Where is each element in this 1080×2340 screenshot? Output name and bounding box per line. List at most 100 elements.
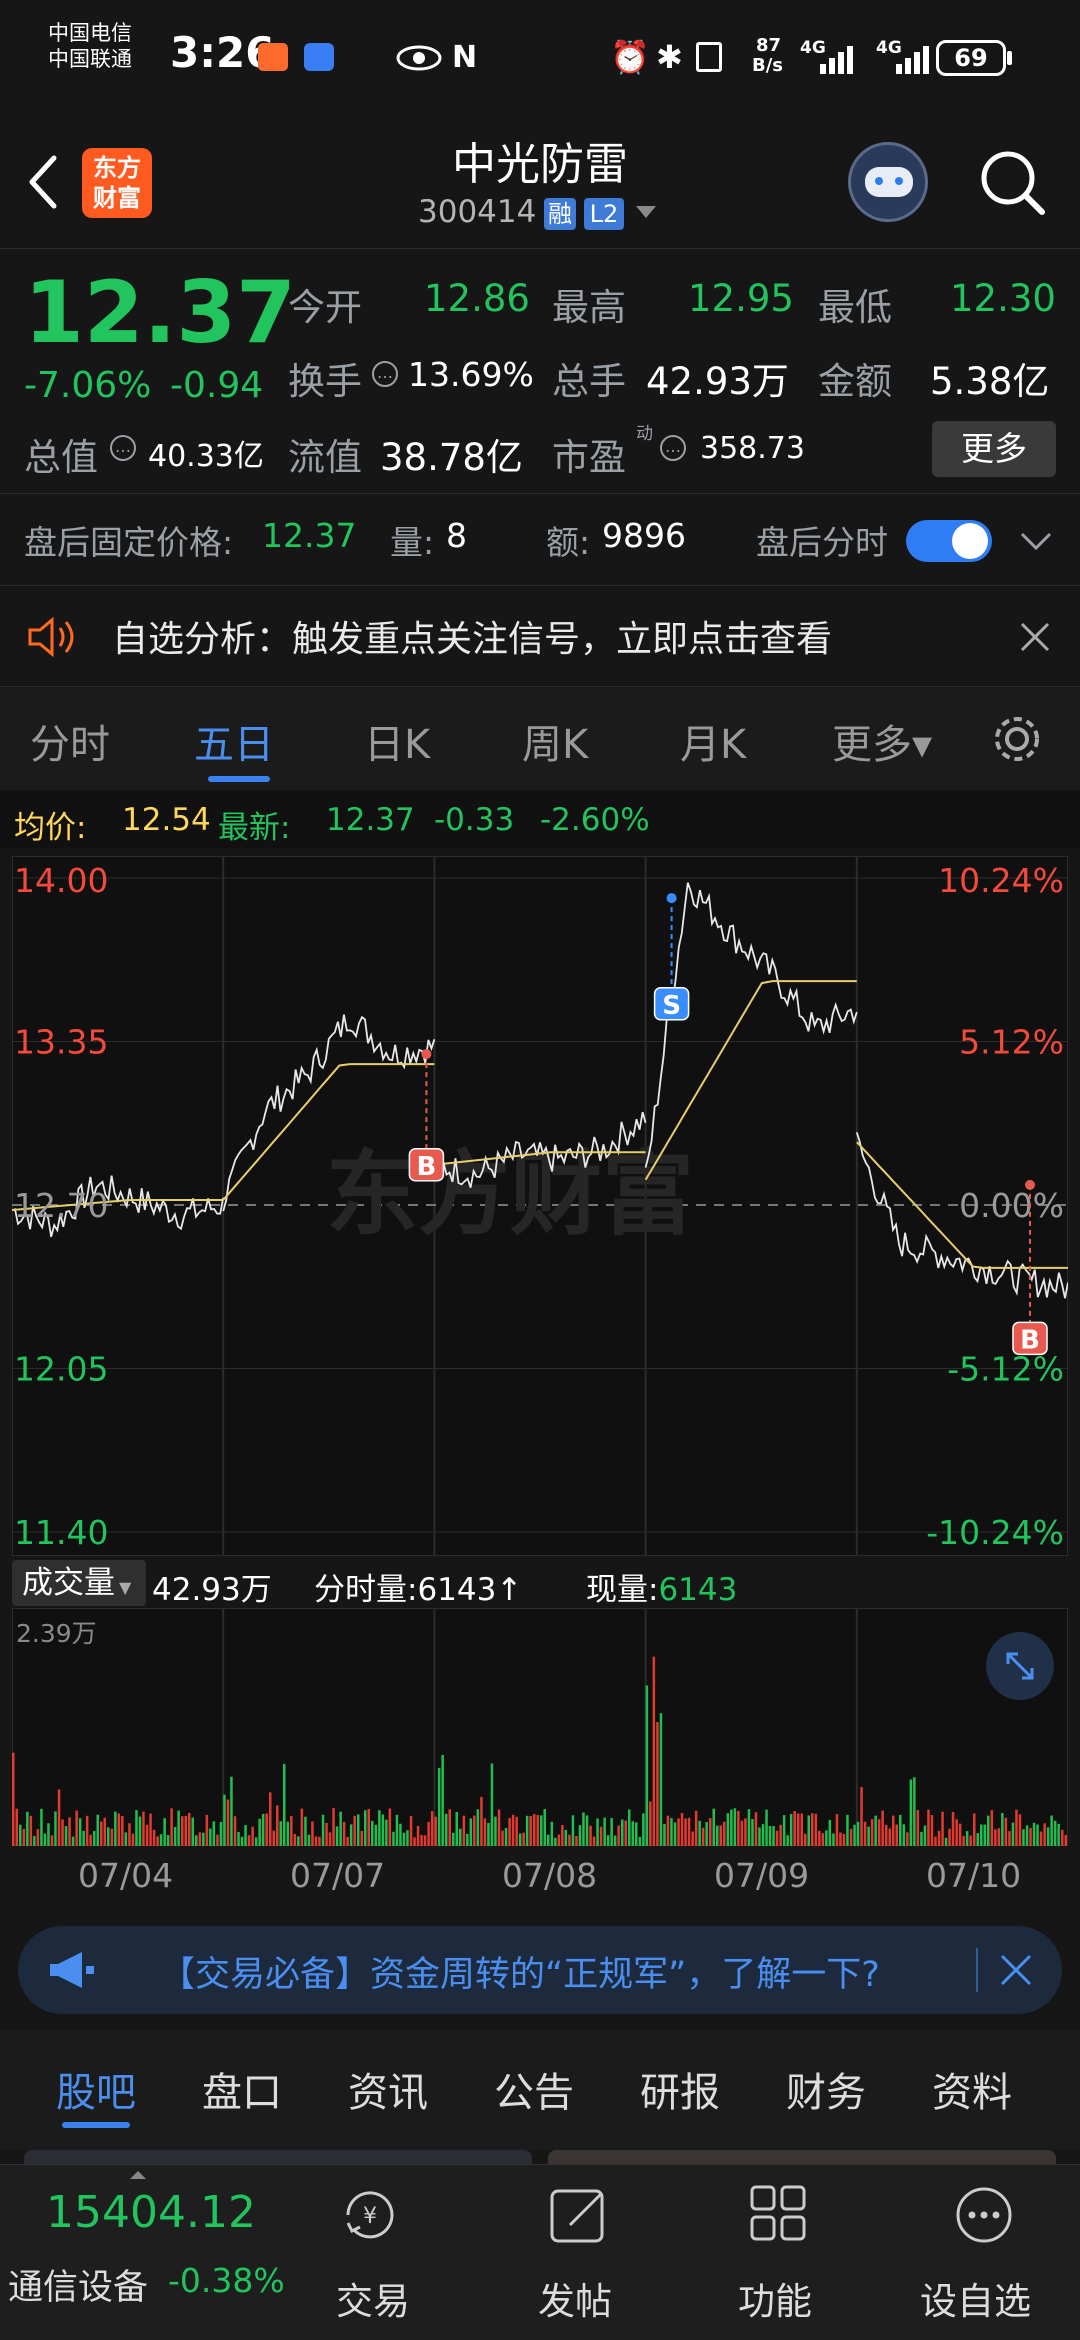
alarm-icon: ⏰ bbox=[610, 38, 650, 76]
volume-bar bbox=[114, 1811, 117, 1846]
volume-bar bbox=[342, 1821, 346, 1846]
nav-trade[interactable]: ¥ 交易 bbox=[330, 2175, 410, 2340]
tab-research[interactable]: 研报 bbox=[640, 2060, 720, 2118]
volume-bar bbox=[392, 1831, 395, 1846]
close-icon[interactable] bbox=[998, 1952, 1034, 1988]
tab-monthly-k[interactable]: 月K bbox=[680, 712, 746, 770]
close-icon[interactable] bbox=[1016, 618, 1054, 656]
volume-chart-svg bbox=[12, 1608, 1068, 1846]
volume-bar bbox=[730, 1809, 733, 1846]
volume-bar bbox=[948, 1828, 951, 1846]
volume-bar bbox=[381, 1814, 385, 1846]
volume-bar bbox=[61, 1819, 64, 1846]
volume-selector[interactable]: 成交量 ▼ bbox=[12, 1560, 146, 1606]
index-value[interactable]: 15404.12 bbox=[46, 2187, 256, 2238]
high-label: 最高 bbox=[552, 286, 626, 329]
volume-bar bbox=[1025, 1825, 1029, 1846]
volume-bar bbox=[1015, 1809, 1018, 1846]
volume-bar bbox=[26, 1811, 29, 1846]
signal-notice[interactable]: 自选分析：触发重点关注信号，立即点击查看 bbox=[0, 585, 1080, 687]
nav-add-watchlist[interactable]: 设自选 bbox=[920, 2175, 1050, 2340]
minute-volume: 分时量:6143↑ bbox=[314, 1564, 522, 1609]
volume-bar bbox=[554, 1837, 557, 1846]
volume-bar bbox=[906, 1832, 909, 1846]
tab-finance[interactable]: 财务 bbox=[786, 2060, 866, 2118]
volume-bar bbox=[462, 1815, 466, 1846]
volume-bar bbox=[420, 1835, 423, 1846]
volume-bar bbox=[592, 1836, 596, 1846]
volume-bar bbox=[163, 1818, 166, 1846]
y-axis-right-label: 0.00% bbox=[959, 1186, 1064, 1225]
volume-chart[interactable]: 2.39万 bbox=[12, 1608, 1068, 1846]
volume-bar bbox=[793, 1811, 796, 1846]
volume-bar bbox=[121, 1816, 124, 1846]
volume-bar bbox=[828, 1819, 832, 1846]
volume-bar bbox=[638, 1837, 642, 1846]
after-hours-toggle[interactable] bbox=[906, 520, 992, 562]
tab-daily-k[interactable]: 日K bbox=[364, 712, 430, 770]
volume-bar bbox=[944, 1837, 948, 1846]
chevron-down-icon[interactable] bbox=[1018, 528, 1054, 552]
nav-functions[interactable]: 功能 bbox=[738, 2175, 818, 2340]
current-volume-value: 6143 bbox=[658, 1572, 738, 1608]
settings-gear-icon[interactable] bbox=[990, 712, 1044, 766]
tab-news[interactable]: 资讯 bbox=[348, 2060, 428, 2118]
volume-bar bbox=[504, 1828, 508, 1846]
code-dropdown-icon[interactable] bbox=[636, 206, 656, 218]
ad-banner[interactable]: 【交易必备】资金周转的“正规军”，了解一下? bbox=[18, 1926, 1062, 2014]
trade-yen-icon: ¥ bbox=[346, 2191, 394, 2239]
volume-bar bbox=[603, 1817, 606, 1846]
trade-marker-dot bbox=[666, 893, 677, 904]
tab-pankou[interactable]: 盘口 bbox=[202, 2060, 282, 2118]
volume-bar bbox=[575, 1835, 578, 1846]
tab-announcement[interactable]: 公告 bbox=[494, 2060, 574, 2118]
volume-bar bbox=[1053, 1820, 1057, 1846]
volume-bar bbox=[951, 1812, 955, 1846]
volume-bar bbox=[582, 1812, 585, 1846]
volume-bar bbox=[955, 1819, 958, 1846]
tab-intraday[interactable]: 分时 bbox=[30, 712, 110, 770]
tab-profile[interactable]: 资料 bbox=[932, 2060, 1012, 2118]
tab-five-day[interactable]: 五日 bbox=[194, 712, 274, 770]
volume-bar bbox=[969, 1835, 972, 1846]
nav-post[interactable]: 发帖 bbox=[536, 2175, 616, 2340]
tab-weekly-k[interactable]: 周K bbox=[522, 712, 588, 770]
info-icon[interactable]: … bbox=[110, 435, 136, 461]
index-name[interactable]: 通信设备 bbox=[8, 2259, 148, 2310]
volume-bar bbox=[124, 1832, 128, 1846]
volume-bar bbox=[57, 1789, 61, 1846]
nav-label: 交易 bbox=[336, 2280, 410, 2323]
info-icon[interactable]: … bbox=[660, 435, 686, 461]
volume-bar bbox=[589, 1825, 592, 1846]
volume-bar bbox=[128, 1823, 131, 1846]
volume-bar bbox=[853, 1824, 856, 1846]
volume-bar bbox=[402, 1832, 406, 1846]
tab-guba[interactable]: 股吧 bbox=[56, 2060, 136, 2118]
expand-icon[interactable] bbox=[986, 1632, 1054, 1700]
volume-bar bbox=[930, 1815, 934, 1846]
volume-bar bbox=[332, 1808, 335, 1846]
more-button[interactable]: 更多 bbox=[932, 421, 1056, 477]
volume-bar bbox=[487, 1823, 490, 1846]
volume-bar bbox=[349, 1824, 353, 1846]
volume-bar bbox=[765, 1809, 768, 1846]
info-icon[interactable]: … bbox=[372, 361, 398, 387]
after-vol-value: 8 bbox=[446, 516, 467, 555]
volume-bar bbox=[181, 1816, 184, 1846]
amount-value: 5.38亿 bbox=[930, 360, 1050, 403]
volume-bar bbox=[775, 1830, 779, 1846]
volume-bar bbox=[445, 1813, 448, 1846]
search-icon[interactable] bbox=[978, 148, 1048, 218]
volume-bar bbox=[701, 1827, 705, 1846]
volume-bar bbox=[997, 1828, 1001, 1846]
turnover-label: 换手 bbox=[288, 360, 362, 403]
volume-bar bbox=[198, 1832, 202, 1846]
volume-bar bbox=[937, 1830, 941, 1846]
robot-assistant-icon[interactable] bbox=[848, 142, 928, 222]
volume-bar bbox=[170, 1808, 173, 1846]
price-chart[interactable]: 东方财富 14.00 13.35 12.70 12.05 11.40 10.24% 5.12%… bbox=[11, 856, 1069, 1556]
after-vol-label: 量: bbox=[390, 523, 435, 562]
volume-bar bbox=[617, 1825, 620, 1846]
tab-more[interactable]: 更多▾ bbox=[832, 712, 932, 770]
eye-icon bbox=[396, 45, 442, 71]
